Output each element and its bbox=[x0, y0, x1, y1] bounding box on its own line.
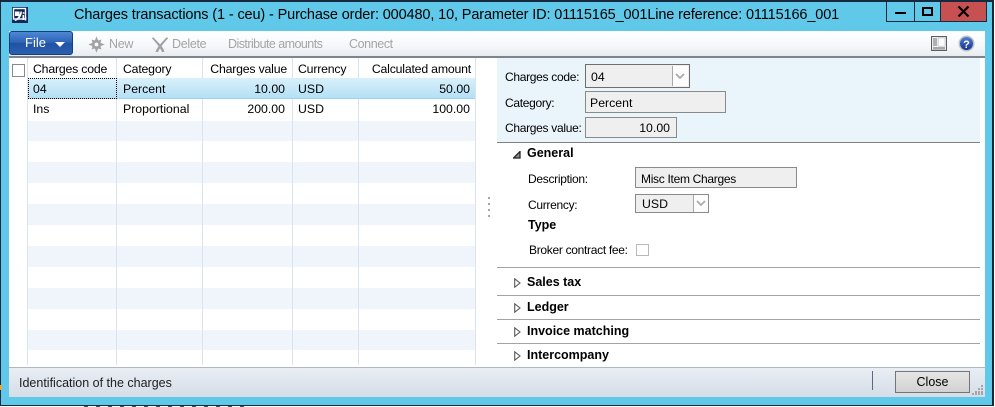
svg-text:?: ? bbox=[963, 39, 970, 51]
